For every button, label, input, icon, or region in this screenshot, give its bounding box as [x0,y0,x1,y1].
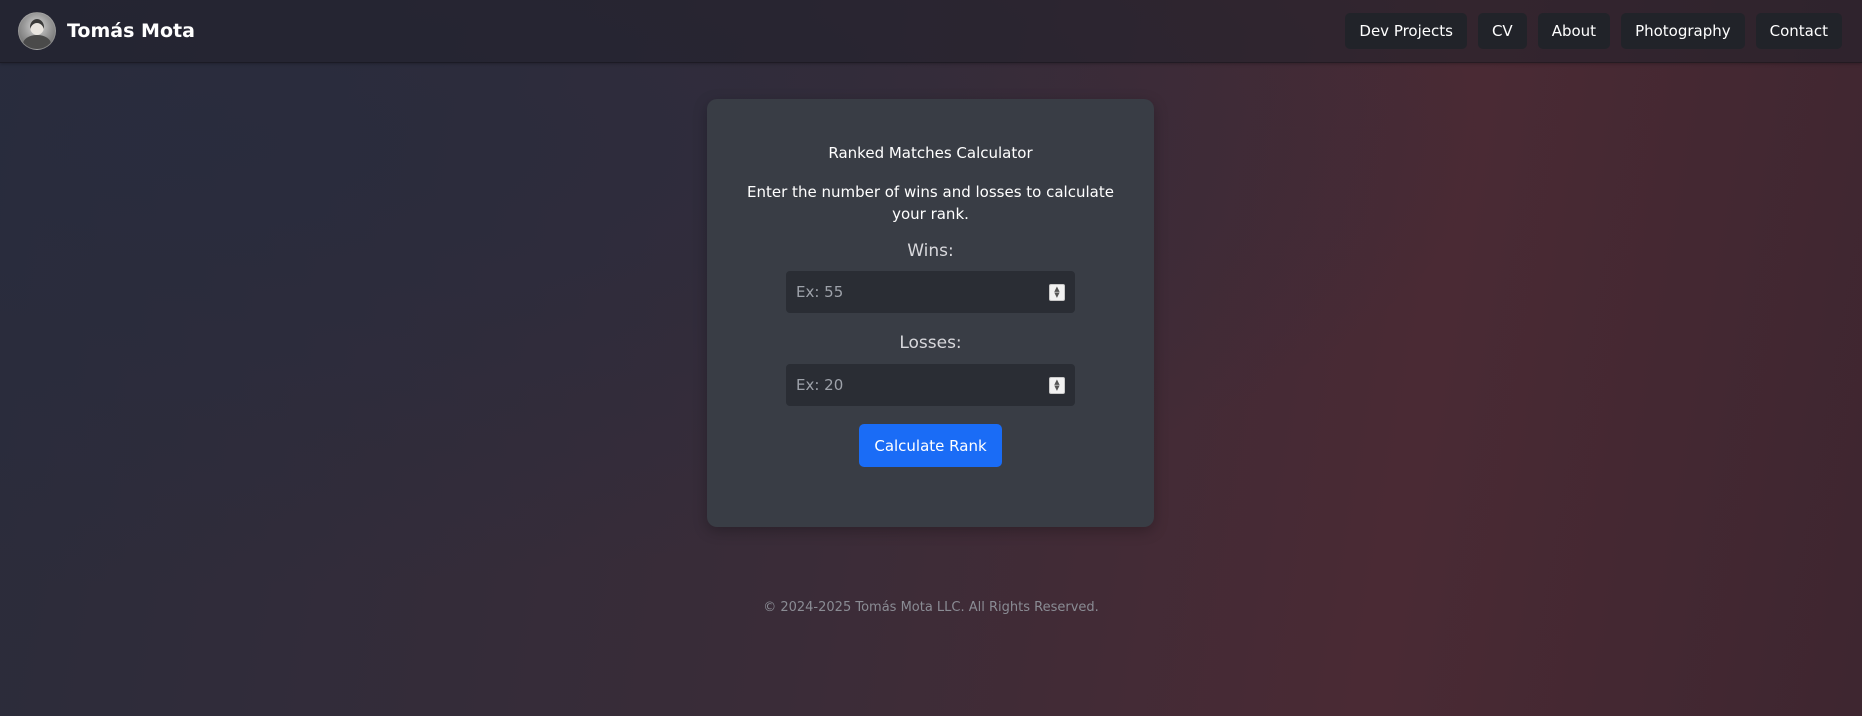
nav-links: Dev Projects CV About Photography Contac… [1345,13,1842,49]
nav-photography-button[interactable]: Photography [1621,13,1745,49]
brand[interactable]: Tomás Mota [18,12,195,50]
nav-dev-projects-button[interactable]: Dev Projects [1345,13,1467,49]
wins-label: Wins: [907,241,954,261]
calculator-card: Ranked Matches Calculator Enter the numb… [707,99,1154,527]
losses-input[interactable] [796,376,1049,394]
avatar [18,12,56,50]
avatar-head [30,19,44,35]
footer-copyright: © 2024-2025 Tomás Mota LLC. All Rights R… [763,600,1099,615]
avatar-shoulders [23,35,51,49]
losses-label: Losses: [899,333,962,353]
nav-about-button[interactable]: About [1537,13,1611,49]
wins-stepper-icon[interactable]: ▲ ▼ [1049,283,1065,301]
wins-field[interactable]: ▲ ▼ [786,271,1075,313]
nav-cv-button[interactable]: CV [1477,13,1527,49]
stepper-down-icon[interactable]: ▼ [1054,385,1059,392]
wins-input[interactable] [796,283,1049,301]
nav-contact-button[interactable]: Contact [1755,13,1842,49]
calculator-description: Enter the number of wins and losses to c… [747,183,1114,223]
stepper-down-icon[interactable]: ▼ [1054,292,1059,299]
losses-stepper-icon[interactable]: ▲ ▼ [1049,376,1065,394]
brand-name[interactable]: Tomás Mota [67,20,195,42]
losses-field[interactable]: ▲ ▼ [786,364,1075,406]
calculate-rank-button[interactable]: Calculate Rank [859,424,1002,467]
top-navbar: Tomás Mota Dev Projects CV About Photogr… [0,0,1862,63]
calculator-title: Ranked Matches Calculator [828,144,1033,162]
